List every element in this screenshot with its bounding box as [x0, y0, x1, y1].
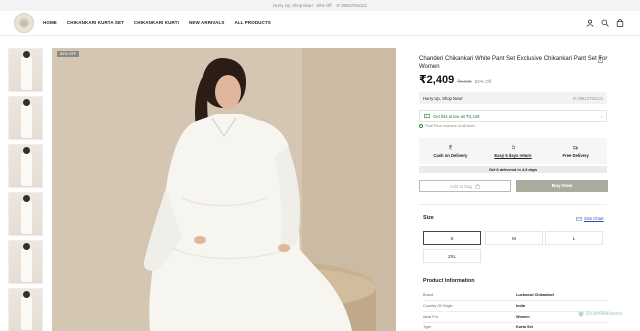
feature-return[interactable]: Easy 5 days return — [482, 138, 545, 164]
thumbnail-figure — [21, 294, 32, 330]
offer-text: Get this at low as ₹2,129 — [433, 113, 480, 119]
thumbnail-head — [23, 195, 30, 202]
truck-icon — [573, 145, 579, 149]
info-key: Type — [423, 324, 432, 329]
offer-row[interactable]: Get this at low as ₹2,129 › — [419, 110, 607, 122]
info-key: Country Of Origin — [423, 304, 453, 308]
info-row: Brand Lucknowi Chikankari — [423, 290, 608, 301]
thumbnail[interactable] — [8, 144, 43, 188]
thumbnail-figure — [21, 102, 32, 138]
share-icon[interactable] — [597, 56, 604, 63]
size-chart-link[interactable]: Size Chart — [576, 216, 604, 221]
thumbnail-head — [23, 291, 30, 298]
announcement-text: Hurry Up, Shop Now! · 50% Off — [273, 3, 332, 8]
search-icon[interactable] — [601, 19, 609, 27]
return-icon — [511, 144, 515, 149]
bag-icon — [475, 183, 480, 189]
discount-percent: 52% Off — [474, 79, 492, 84]
thumbnail[interactable] — [8, 48, 43, 92]
feature-return-label: Easy 5 days return — [494, 152, 532, 158]
feature-delivery-label: Free Delivery — [562, 152, 589, 158]
thumbnail-figure — [21, 54, 32, 90]
mrp-price: ₹5,049 — [457, 79, 472, 84]
size-option-m[interactable]: M — [485, 231, 543, 245]
nav-chikankari-kurti[interactable]: CHIKANKARI KURTI — [134, 20, 179, 25]
nav-all-products[interactable]: ALL PRODUCTS — [234, 20, 270, 25]
buy-now-button[interactable]: Buy Now — [516, 180, 608, 192]
bag-icon[interactable] — [616, 19, 624, 27]
main-product-image[interactable] — [52, 48, 396, 331]
info-key: Brand — [423, 293, 434, 297]
chevron-right-icon: › — [600, 113, 602, 119]
info-value: India — [516, 304, 525, 308]
watermark-icon — [578, 311, 584, 317]
add-to-bag-button[interactable]: Add to bag — [419, 180, 511, 192]
ruler-icon — [576, 217, 582, 220]
header-icons — [586, 19, 624, 27]
size-option-2xl[interactable]: 2XL — [423, 249, 481, 263]
main-nav: HOME CHIKANKARI KURTA SET CHIKANKARI KUR… — [43, 20, 271, 25]
discount-badge: 50% OFF — [57, 51, 80, 57]
product-title: Chanderi Chikankari White Pant Set Exclu… — [419, 56, 608, 70]
delivery-note: Get it delivered in 4-9 days — [419, 166, 607, 173]
logo-mark — [18, 17, 30, 29]
add-to-bag-label: Add to bag — [449, 183, 473, 189]
info-row: Type Kurta Set — [423, 322, 608, 331]
thumbnail-figure — [21, 246, 32, 282]
thumbnail-head — [23, 51, 30, 58]
thumbnail[interactable] — [8, 96, 43, 140]
announcement-bar: Hurry Up, Shop Now! · 50% Off ✆ 09910756… — [0, 0, 640, 11]
thumbnail-head — [23, 147, 30, 154]
nav-home[interactable]: HOME — [43, 20, 57, 25]
thumbnail[interactable] — [8, 192, 43, 236]
coupon-icon — [424, 113, 430, 119]
thumbnail-gallery — [8, 48, 44, 331]
info-key: Ideal For — [423, 315, 438, 319]
watermark-text: ScamMalware — [586, 311, 623, 317]
sale-price: ₹2,409 — [419, 74, 455, 86]
thumbnail[interactable] — [8, 288, 43, 331]
feature-cod: Cash on Delivery — [419, 138, 482, 164]
tax-note: Final Price inclusive of all taxes — [419, 124, 475, 128]
nav-new-arrivals[interactable]: NEW ARRIVALS — [189, 20, 224, 25]
info-value: Lucknowi Chikankari — [516, 293, 554, 297]
tax-note-text: Final Price inclusive of all taxes — [425, 124, 475, 128]
info-value: Kurta Set — [516, 324, 533, 329]
product-info-title: Product Information — [423, 278, 475, 284]
nav-chikankari-kurta-set[interactable]: CHIKANKARI KURTA SET — [67, 20, 124, 25]
feature-cod-label: Cash on Delivery — [433, 152, 468, 158]
size-label: Size — [423, 215, 434, 221]
product-photo — [52, 48, 396, 331]
size-chart-text: Size Chart — [584, 216, 604, 221]
thumbnail-head — [23, 99, 30, 106]
thumbnail-head — [23, 243, 30, 250]
watermark: ScamMalware — [578, 311, 622, 317]
rupee-icon — [448, 145, 452, 150]
hurry-phone[interactable]: ✆ 09910756122 — [573, 96, 603, 101]
thumbnail-figure — [21, 150, 32, 186]
features-strip: Cash on Delivery Easy 5 days return Free… — [419, 138, 607, 164]
section-divider — [419, 204, 607, 205]
thumbnail-figure — [21, 198, 32, 234]
check-icon — [419, 124, 423, 128]
size-option-s[interactable]: S — [423, 231, 481, 245]
site-header: HOME CHIKANKARI KURTA SET CHIKANKARI KUR… — [0, 11, 640, 36]
info-value: Women — [516, 315, 530, 319]
announcement-phone[interactable]: ✆ 09910756122 — [337, 3, 367, 8]
thumbnail[interactable] — [8, 240, 43, 284]
price-block: ₹2,409 ₹5,049 52% Off — [419, 73, 491, 86]
feature-free-delivery: Free Delivery — [544, 138, 607, 164]
size-option-l[interactable]: L — [545, 231, 603, 245]
hurry-text: Hurry Up, Shop Now! — [423, 95, 463, 101]
brand-logo[interactable] — [14, 13, 34, 33]
user-icon[interactable] — [586, 19, 594, 27]
hurry-banner: Hurry Up, Shop Now! ✆ 09910756122 — [419, 92, 607, 104]
